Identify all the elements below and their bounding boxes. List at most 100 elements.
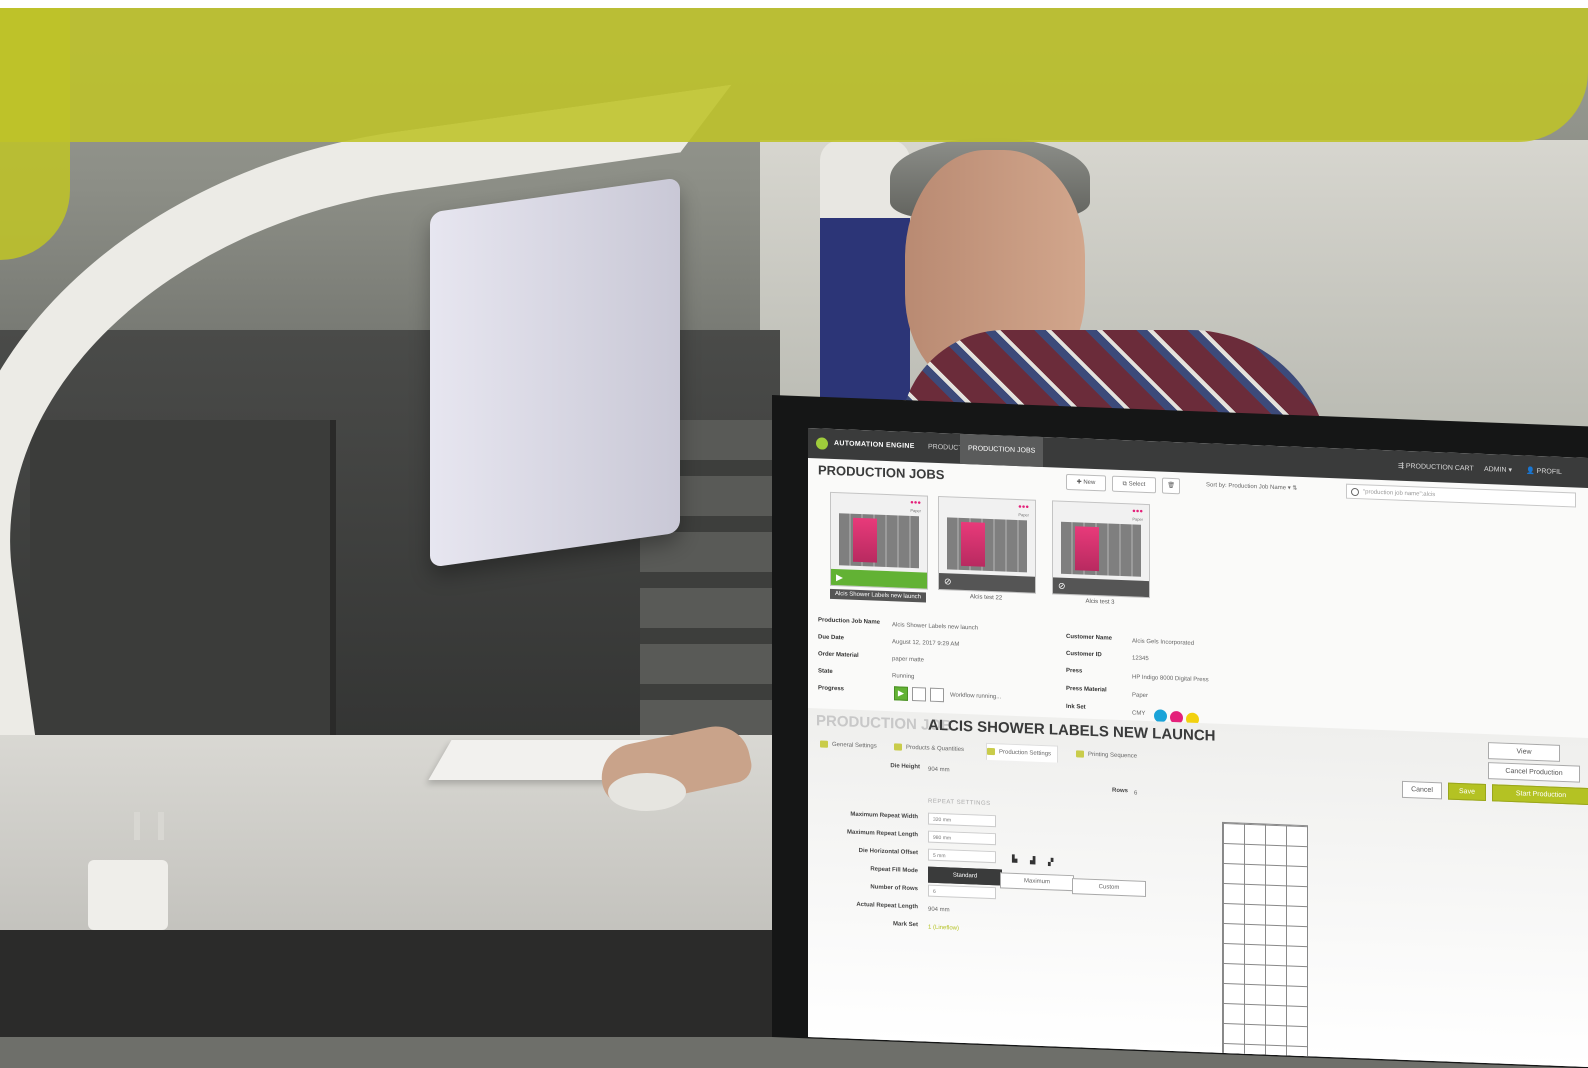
fill-mode-maximum[interactable]: Maximum [1000,872,1074,892]
card-status-bar: ⊘ [1053,577,1149,598]
ink-dots-icon: ●●● [1018,504,1029,511]
tab-printing-sequence[interactable]: Printing Sequence [1076,746,1137,764]
align-left-icon[interactable]: ▙ [1012,856,1020,864]
tab-products-quantities[interactable]: Products & Quantities [894,739,964,758]
stopped-icon: ⊘ [944,576,952,587]
label-thumbnail [1075,526,1099,572]
search-placeholder: "production job name":alcis [1363,489,1436,499]
app-name: AUTOMATION ENGINE [834,439,915,451]
detail-value: Alcis Gels Incorporated [1132,638,1195,647]
detail-label: Customer ID [1066,650,1102,659]
card-status-bar: ⊘ [939,573,1035,593]
job-preview [947,517,1027,573]
secondary-monitor [430,177,680,568]
trash-icon: 🗑 [1167,482,1175,490]
detail-label: Press [1066,667,1083,675]
max-repeat-length-input[interactable]: 980 mm [928,830,996,846]
tab-label: General Settings [832,741,877,750]
tab-label: Products & Quantities [906,744,965,753]
detail-label: Ink Set [1066,703,1086,711]
field-label: Maximum Repeat Width [850,811,918,821]
delete-button[interactable]: 🗑 [1162,477,1180,495]
die-height-value: 904 mm [928,766,950,774]
detail-value: HP Indigo 8000 Digital Press [1132,674,1209,684]
job-preview [1061,521,1141,577]
card-media: Paper [1132,516,1143,522]
plug-pin [134,812,140,840]
job-card-name[interactable]: Alcis Shower Labels new launch [830,588,926,603]
detail-label: State [818,668,833,675]
field-label: Maximum Repeat Length [846,829,918,839]
actual-repeat-length-value: 904 mm [928,906,950,914]
production-cart-link[interactable]: ⇶ PRODUCTION CART [1398,462,1474,473]
brand-band-left [0,0,70,260]
die-horizontal-offset-input[interactable]: 5 mm [928,848,996,864]
cancel-button[interactable]: Cancel [1402,780,1442,800]
start-production-button[interactable]: Start Production [1492,784,1588,806]
max-repeat-width-input[interactable]: 320 mm [928,812,996,828]
cancel-production-button[interactable]: Cancel Production [1488,762,1580,783]
monitor-screen: AUTOMATION ENGINE PRODUCTS PRODUCTION JO… [808,428,1588,1067]
job-card[interactable]: ●●● Paper ⊘ [938,495,1036,594]
ink-dots-icon: ●●● [910,499,921,507]
search-input[interactable]: "production job name":alcis [1346,483,1576,508]
card-media: Paper [910,507,921,514]
new-button-label: New [1083,479,1096,487]
align-center-icon[interactable]: ▟ [1030,858,1038,866]
detail-label: Order Material [818,651,859,659]
new-button[interactable]: ✚ New [1066,473,1106,492]
label-thumbnail [853,517,877,563]
repeat-settings-heading: REPEAT SETTINGS [928,798,991,808]
mark-set-link[interactable]: 1 (Lineflow) [928,925,959,932]
number-of-rows-input[interactable]: 6 [928,884,996,900]
tab-label: Printing Sequence [1088,751,1138,760]
pause-checkbox[interactable] [912,686,926,702]
products-icon [894,743,902,751]
card-header: ●●● Paper [939,497,1035,519]
app-logo-icon [816,437,828,450]
sort-dropdown[interactable]: Sort by: Production Job Name ▾ ⇅ [1206,481,1297,492]
search-icon [1351,487,1359,497]
settings-icon [820,740,828,748]
card-status-bar: ▶ [831,568,927,589]
card-media: Paper [1018,512,1029,518]
select-button[interactable]: ⧉ Select [1112,475,1156,494]
detail-value: 12345 [1132,655,1149,663]
brand-band-top-edge [0,0,1588,8]
admin-label: ADMIN [1484,465,1507,474]
fill-mode-standard[interactable]: Standard [928,866,1002,886]
view-button[interactable]: View [1488,742,1560,762]
tab-label: Production Settings [999,749,1052,758]
desk-edge [0,930,800,1037]
admin-menu[interactable]: ADMIN ▾ [1484,465,1512,474]
monitor-arm [0,84,821,836]
label-thumbnail [961,521,985,567]
sequence-icon [1076,750,1084,758]
job-card[interactable]: ●●● Paper ▶ [830,491,928,590]
fill-mode-custom[interactable]: Custom [1072,878,1146,897]
play-icon: ▶ [836,572,843,583]
field-label: Number of Rows [870,884,918,893]
play-icon[interactable]: ▶ [894,686,908,701]
detail-label: Customer Name [1066,633,1113,642]
page-title: PRODUCTION JOBS [818,462,945,483]
tab-production-settings[interactable]: Production Settings [986,742,1059,763]
select-button-label: Select [1128,481,1146,488]
die-height-label: Die Height [890,763,920,771]
tab-general-settings[interactable]: General Settings [820,736,877,754]
save-button[interactable]: Save [1448,782,1486,802]
detail-value: CMY [1132,710,1146,717]
job-card[interactable]: ●●● Paper ⊘ [1052,500,1150,599]
card-header: ●●● Paper [1053,501,1149,523]
tab-production-jobs[interactable]: PRODUCTION JOBS [960,433,1044,468]
profile-menu[interactable]: 👤 PROFIL [1526,467,1562,476]
job-card-name[interactable]: Alcis test 3 [1052,597,1148,607]
stop-checkbox[interactable] [930,687,944,703]
stopped-icon: ⊘ [1058,580,1066,591]
detail-value: Paper [1132,692,1149,700]
rows-value: 6 [1134,790,1138,797]
align-right-icon[interactable]: ▞ [1048,859,1056,867]
job-card-name[interactable]: Alcis test 22 [938,593,1034,603]
detail-label: Press Material [1066,685,1107,694]
detail-value: Running [892,673,915,681]
